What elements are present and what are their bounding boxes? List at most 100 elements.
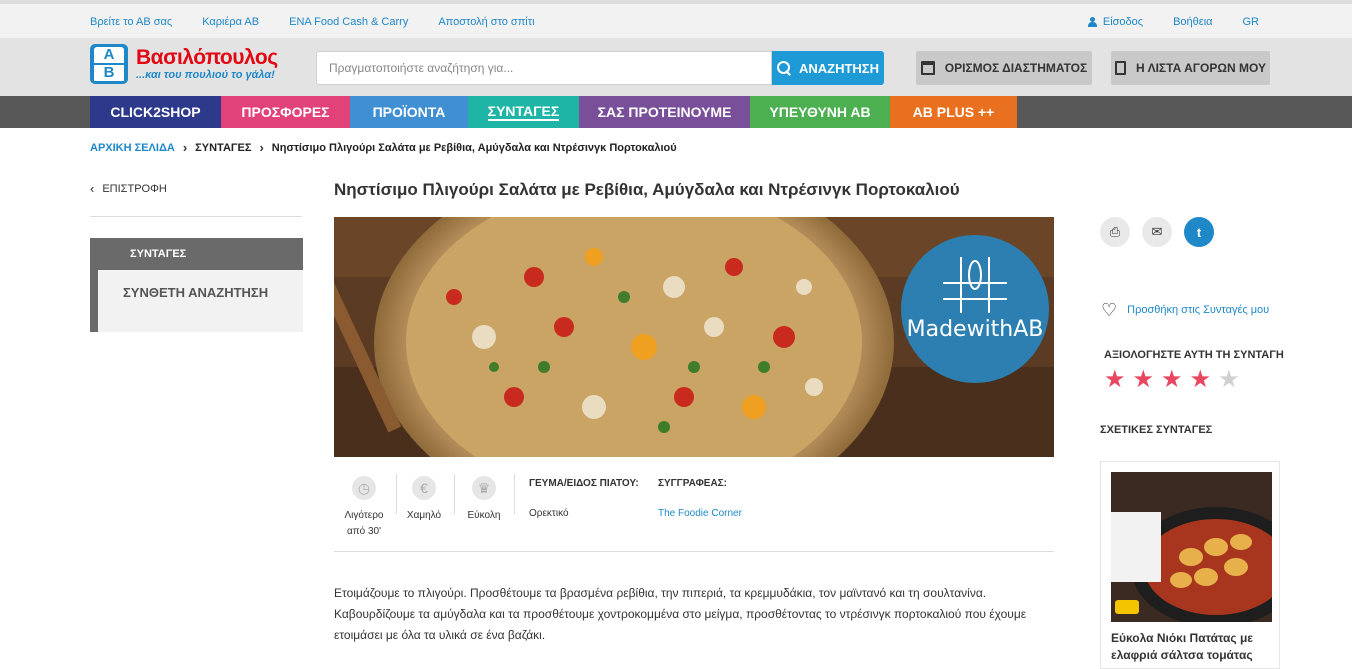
- euro-icon: €: [412, 476, 436, 500]
- breadcrumb-recipes[interactable]: ΣΥΝΤΑΓΕΣ: [195, 142, 251, 154]
- sidebar-divider: [90, 216, 302, 217]
- breadcrumb-home[interactable]: ΑΡΧΙΚΗ ΣΕΛΙΔΑ: [90, 142, 175, 154]
- delivery-slot-button[interactable]: ΟΡΙΣΜΟΣ ΔΙΑΣΤΗΜΑΤΟΣ: [916, 51, 1092, 85]
- star-icon[interactable]: ★: [1161, 367, 1183, 393]
- rating-title: ΑΞΙΟΛΟΓΗΣΤΕ ΑΥΤΗ ΤΗ ΣΥΝΤΑΓΗ: [1104, 349, 1284, 361]
- sidebar-menu: ΣΥΝΤΑΓΕΣ ΣΥΝΘΕΤΗ ΑΝΑΖΗΤΗΣΗ: [90, 238, 303, 332]
- meal-type-value: Ορεκτικό: [529, 508, 569, 519]
- career-link[interactable]: Καριέρα ΑΒ: [202, 16, 259, 28]
- nav-products[interactable]: ΠΡΟΪΟΝΤΑ: [350, 96, 468, 128]
- shopping-list-button[interactable]: Η ΛΙΣΤΑ ΑΓΟΡΩΝ ΜΟΥ: [1111, 51, 1270, 85]
- recipe-description: Ετοιμάζουμε το πλιγούρι. Προσθέτουμε τα …: [334, 586, 1027, 642]
- utility-links: Βρείτε το ΑΒ σας Καριέρα ΑΒ ENA Food Cas…: [90, 16, 535, 28]
- page-title: Νηστίσιμο Πλιγούρι Σαλάτα με Ρεβίθια, Αμ…: [334, 180, 960, 199]
- user-icon: [1087, 17, 1097, 27]
- login-label: Είσοδος: [1102, 16, 1144, 28]
- logo-letter-b: B: [94, 65, 124, 81]
- nav-recommend[interactable]: ΣΑΣ ΠΡΟΤΕΙΝΟΥΜΕ: [579, 96, 750, 128]
- prep-time: ◷ Λιγότερο από 30': [340, 470, 388, 537]
- breadcrumb: ΑΡΧΙΚΗ ΣΕΛΙΔΑ › ΣΥΝΤΑΓΕΣ › Νηστίσιμο Πλι…: [90, 140, 677, 155]
- stopwatch-icon: ◷: [352, 476, 376, 500]
- nav-responsible[interactable]: ΥΠΕΥΘΥΝΗ ΑΒ: [750, 96, 890, 128]
- logo-letter-a: A: [94, 47, 124, 63]
- logo[interactable]: A B Βασιλόπουλος ...και του πουλιού το γ…: [90, 44, 278, 84]
- nav-label: CLICK2SHOP: [110, 104, 201, 120]
- gnocchi-illustration: [1111, 472, 1272, 622]
- utility-right: Είσοδος Βοήθεια GR: [1087, 16, 1260, 28]
- back-link[interactable]: ‹ ΕΠΙΣΤΡΟΦΗ: [90, 181, 167, 196]
- recipe-info-bar: ◷ Λιγότερο από 30' € Χαμηλό ♛ Εύκολη ΓΕΥ…: [334, 470, 1054, 552]
- chevron-right-icon: ›: [182, 140, 188, 155]
- nav-label: AB PLUS ++: [912, 104, 995, 120]
- sidebar-item-advanced-search[interactable]: ΣΥΝΘΕΤΗ ΑΝΑΖΗΤΗΣΗ: [123, 285, 268, 300]
- nav-offers[interactable]: ΠΡΟΣΦΟΡΕΣ: [221, 96, 350, 128]
- twitter-button[interactable]: t: [1184, 217, 1214, 247]
- author: ΣΥΓΓΡΑΦΕΑΣ: The Foodie Corner: [658, 478, 742, 519]
- related-recipe-card[interactable]: Εύκολα Νιόκι Πατάτας με ελαφριά σάλτσα τ…: [1100, 461, 1280, 669]
- sidebar-heading[interactable]: ΣΥΝΤΑΓΕΣ: [98, 238, 303, 270]
- shopping-list-label: Η ΛΙΣΤΑ ΑΓΟΡΩΝ ΜΟΥ: [1136, 61, 1266, 75]
- ena-link[interactable]: ENA Food Cash & Carry: [289, 16, 408, 28]
- star-icon[interactable]: ★: [1218, 367, 1240, 393]
- star-icon[interactable]: ★: [1133, 367, 1155, 393]
- chevron-right-icon: ›: [259, 140, 264, 155]
- logo-mark-icon: A B: [90, 44, 128, 84]
- nav-label: ΣΥΝΤΑΓΕΣ: [487, 103, 560, 121]
- site-header: A B Βασιλόπουλος ...και του πουλιού το γ…: [0, 38, 1352, 96]
- rating-stars[interactable]: ★ ★ ★ ★ ★: [1104, 367, 1240, 393]
- delivery-slot-label: ΟΡΙΣΜΟΣ ΔΙΑΣΤΗΜΑΤΟΣ: [944, 61, 1088, 75]
- madewithab-badge: MadewithAB: [901, 235, 1049, 383]
- related-recipe-image: [1111, 472, 1272, 622]
- author-label: ΣΥΓΓΡΑΦΕΑΣ:: [658, 478, 728, 489]
- email-button[interactable]: ✉: [1142, 217, 1172, 247]
- login-link[interactable]: Είσοδος: [1087, 16, 1144, 28]
- star-icon[interactable]: ★: [1104, 367, 1126, 393]
- badge-text: MadewithAB: [906, 317, 1044, 342]
- author-link[interactable]: The Foodie Corner: [658, 508, 742, 519]
- prep-time-line1: Λιγότερο: [344, 510, 384, 521]
- add-to-favorites[interactable]: ♡ Προσθήκη στις Συνταγές μου: [1101, 301, 1270, 319]
- logo-text: Βασιλόπουλος ...και του πουλιού το γάλα!: [136, 46, 278, 82]
- print-button[interactable]: ⎙: [1100, 217, 1130, 247]
- related-recipe-title: Εύκολα Νιόκι Πατάτας με ελαφριά σάλτσα τ…: [1111, 631, 1253, 662]
- find-store-link[interactable]: Βρείτε το ΑΒ σας: [90, 16, 172, 28]
- nav-ab-plus[interactable]: AB PLUS ++: [890, 96, 1017, 128]
- recipe-image: MadewithAB: [334, 217, 1054, 457]
- breadcrumb-current: Νηστίσιμο Πλιγούρι Σαλάτα με Ρεβίθια, Αμ…: [271, 141, 677, 154]
- star-icon[interactable]: ★: [1190, 367, 1212, 393]
- top-utility-bar: Βρείτε το ΑΒ σας Καριέρα ΑΒ ENA Food Cas…: [0, 0, 1352, 38]
- logo-name: Βασιλόπουλος: [136, 46, 278, 69]
- nav-recipes[interactable]: ΣΥΝΤΑΓΕΣ: [468, 96, 579, 128]
- info-divider: [396, 474, 397, 514]
- nav-label: ΥΠΕΥΘΥΝΗ ΑΒ: [769, 104, 871, 120]
- list-icon: [1115, 61, 1127, 75]
- difficulty-value: Εύκολη: [467, 510, 501, 521]
- info-divider: [454, 474, 455, 514]
- cost-value: Χαμηλό: [406, 510, 442, 521]
- nav-label: ΠΡΟΣΦΟΡΕΣ: [241, 104, 330, 120]
- chevron-left-icon: ‹: [90, 181, 95, 196]
- search-icon: [776, 61, 791, 75]
- nav-click2shop[interactable]: CLICK2SHOP: [90, 96, 221, 128]
- difficulty: ♛ Εύκολη: [462, 470, 506, 521]
- printer-icon: ⎙: [1109, 224, 1121, 239]
- language-switch[interactable]: GR: [1243, 16, 1260, 28]
- related-recipes-title: ΣΧΕΤΙΚΕΣ ΣΥΝΤΑΓΕΣ: [1100, 424, 1213, 436]
- search-button-label: ΑΝΑΖΗΤΗΣΗ: [798, 60, 879, 76]
- add-to-favorites-label: Προσθήκη στις Συνταγές μου: [1127, 304, 1270, 316]
- meal-type-label: ΓΕΥΜΑ/ΕΙΔΟΣ ΠΙΑΤΟΥ:: [529, 478, 639, 489]
- search-button[interactable]: ΑΝΑΖΗΤΗΣΗ: [772, 51, 884, 85]
- nav-label: ΠΡΟΪΟΝΤΑ: [372, 104, 446, 120]
- info-divider: [514, 474, 515, 514]
- search-input[interactable]: Πραγματοποιήστε αναζήτηση για...: [316, 51, 772, 85]
- chef-hat-icon: ♛: [472, 476, 496, 500]
- maggi-logo-icon: [1115, 600, 1139, 614]
- twitter-icon: t: [1196, 224, 1202, 240]
- cost: € Χαμηλό: [402, 470, 446, 521]
- whisk-fork-icon: [943, 257, 1007, 313]
- help-link[interactable]: Βοήθεια: [1173, 16, 1212, 28]
- main-nav: CLICK2SHOP ΠΡΟΣΦΟΡΕΣ ΠΡΟΪΟΝΤΑ ΣΥΝΤΑΓΕΣ Σ…: [0, 96, 1352, 128]
- calendar-icon: [920, 61, 935, 75]
- home-delivery-link[interactable]: Αποστολή στο σπίτι: [438, 16, 534, 28]
- back-label: ΕΠΙΣΤΡΟΦΗ: [102, 182, 167, 195]
